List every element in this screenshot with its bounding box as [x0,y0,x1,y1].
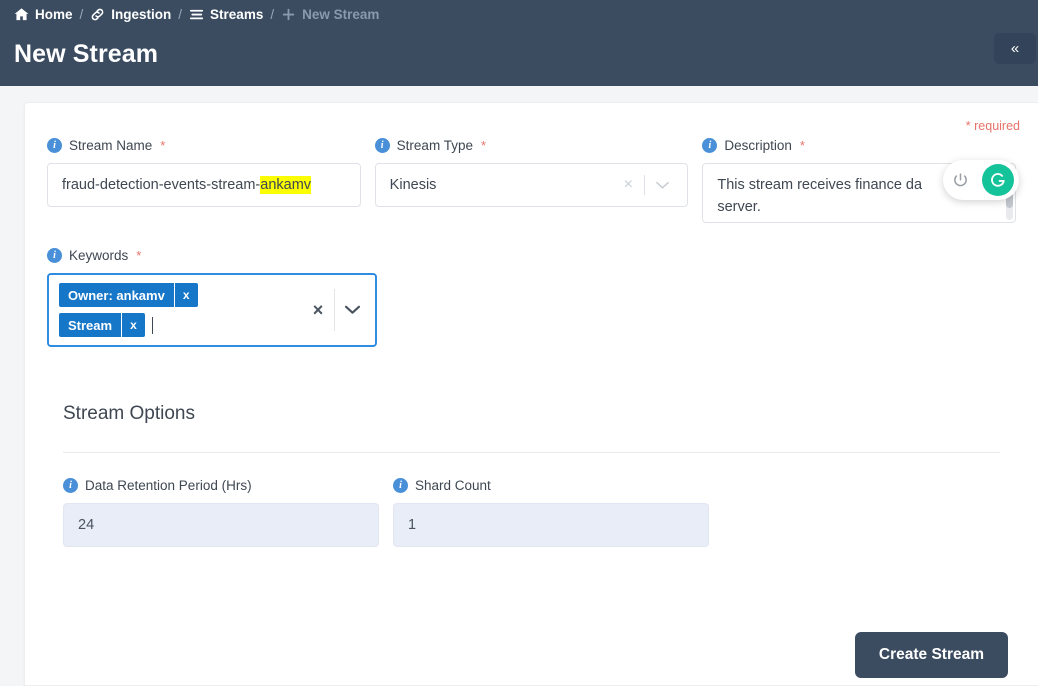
label-text: Keywords [69,248,129,263]
breadcrumb-separator: / [270,7,275,22]
label-text: Description [724,138,792,153]
field-shard-count: i Shard Count 1 [393,477,709,547]
keywords-multiselect[interactable]: Owner: ankamv x Stream x × [47,273,377,347]
divider [63,452,1000,453]
label-text: Stream Type [396,138,473,153]
divider [644,175,646,195]
field-stream-name: i Stream Name * fraud-detection-events-s… [47,137,361,223]
required-marker: * [136,248,142,263]
data-retention-period-input[interactable]: 24 [63,503,379,547]
breadcrumb-item-new-stream: New Stream [281,7,379,22]
value-text: 1 [408,517,417,533]
label-shard-count: i Shard Count [393,477,709,494]
shard-count-input[interactable]: 1 [393,503,709,547]
label-keywords: i Keywords * [47,247,377,264]
chevron-down-icon[interactable] [647,179,677,192]
stream-options-row: i Data Retention Period (Hrs) 24 i Shard… [63,477,1000,547]
field-data-retention-period: i Data Retention Period (Hrs) 24 [63,477,379,547]
info-icon[interactable]: i [47,248,62,263]
stream-lines-icon [189,7,204,22]
label-description: i Description * [702,137,1016,154]
stream-type-select[interactable]: Kinesis × [374,163,689,207]
page-header: Home / Ingestion / Streams / New Stream … [0,0,1038,86]
keyword-chip[interactable]: Owner: ankamv x [59,283,198,307]
keyword-chip[interactable]: Stream x [59,313,145,337]
info-icon[interactable]: i [702,138,718,153]
label-text: Shard Count [415,478,491,493]
info-icon[interactable]: i [374,138,390,153]
clear-icon[interactable]: × [614,177,642,193]
double-chevron-left-icon: « [1010,40,1020,57]
divider [334,289,335,331]
required-note: * required [965,119,1020,133]
info-icon[interactable]: i [63,478,78,493]
breadcrumb-label-home: Home [35,7,73,22]
required-marker: * [480,138,487,153]
stream-options-section: Stream Options i Data Retention Period (… [47,403,1016,547]
label-stream-name: i Stream Name * [47,137,361,154]
breadcrumb-separator: / [79,7,84,22]
create-stream-button[interactable]: Create Stream [854,632,1008,678]
new-stream-form-card: * required i Stream Name * fraud-detecti… [24,102,1038,686]
power-icon[interactable] [952,172,969,189]
clear-icon[interactable]: × [304,301,332,319]
breadcrumb-label-new-stream: New Stream [302,7,380,22]
chip-remove-icon[interactable]: x [173,283,198,307]
page-title: New Stream [14,40,159,68]
home-icon [14,7,29,22]
breadcrumb-label-streams: Streams [210,7,264,22]
info-icon[interactable]: i [47,138,62,153]
chip-remove-icon[interactable]: x [121,313,145,337]
field-keywords: i Keywords * Owner: ankamv x Stream x × [47,247,377,347]
label-text: Stream Name [69,138,153,153]
text-caret [151,316,153,334]
chip-label: Owner: ankamv [68,287,165,303]
chip-label: Stream [68,317,113,333]
label-data-retention-period: i Data Retention Period (Hrs) [63,477,379,494]
breadcrumb-label-ingestion: Ingestion [111,7,172,22]
link-icon [90,7,105,22]
info-icon[interactable]: i [393,478,408,493]
stream-name-value: fraud-detection-events-stream- [62,177,261,193]
chevron-down-icon[interactable] [337,303,367,318]
section-title: Stream Options [63,403,195,424]
required-marker: * [799,138,805,153]
stream-type-controls: × [614,164,677,206]
breadcrumb-separator: / [178,7,183,22]
plus-icon [281,7,296,22]
required-marker: * [160,138,166,153]
form-row-primary: i Stream Name * fraud-detection-events-s… [47,137,1019,223]
stream-name-input[interactable]: fraud-detection-events-stream-ankamv [47,163,361,207]
keyword-chip-row: Stream x [59,313,153,337]
value-text: 24 [78,517,95,533]
label-stream-type: i Stream Type * [374,137,689,154]
breadcrumb-item-ingestion[interactable]: Ingestion [90,7,171,22]
breadcrumb-item-home[interactable]: Home [14,7,73,22]
field-description: i Description * This stream receives fin… [702,137,1019,223]
breadcrumb-item-streams[interactable]: Streams [189,7,263,22]
page-body: * required i Stream Name * fraud-detecti… [0,86,1038,686]
field-stream-type: i Stream Type * Kinesis × [374,137,689,223]
keywords-controls: × [304,275,367,345]
collapse-panel-button[interactable]: « [994,33,1036,64]
writing-assistant-widget[interactable] [943,160,1019,200]
stream-name-value-highlight: ankamv [260,176,312,194]
label-text: Data Retention Period (Hrs) [85,478,252,493]
breadcrumb: Home / Ingestion / Streams / New Stream [14,0,1024,29]
stream-type-value: Kinesis [389,177,437,193]
grammarly-g-icon[interactable] [982,164,1014,196]
